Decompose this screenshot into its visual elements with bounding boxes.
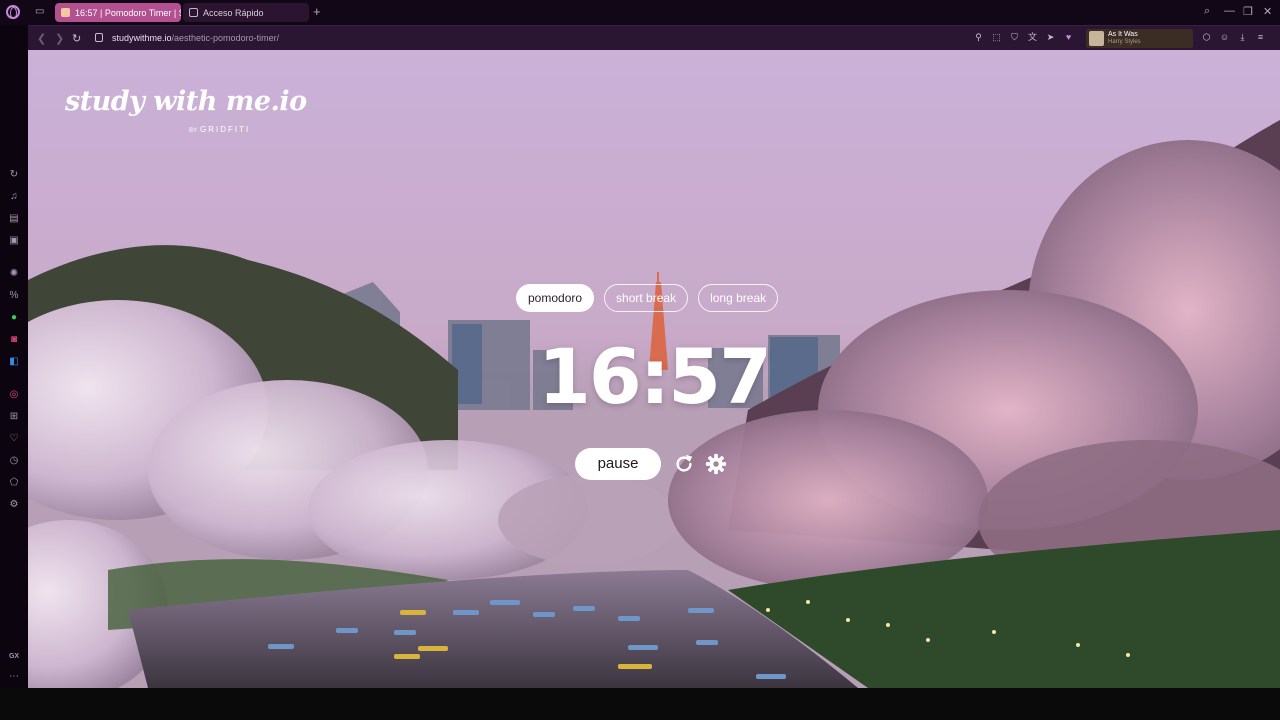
bookmarks-heart-icon[interactable]: ♡ [8, 433, 20, 445]
brand-by-name: GRIDFITI [200, 125, 251, 134]
instagram-icon[interactable]: ◙ [8, 334, 20, 346]
shield-icon[interactable]: ⛉ [1009, 32, 1020, 43]
speed-dial-icon[interactable]: ⊞ [8, 411, 20, 423]
reload-button[interactable]: ↻ [72, 32, 81, 45]
profile-icon[interactable]: ☺ [1219, 32, 1230, 43]
tab-label: 16:57 | Pomodoro Timer | S [75, 7, 181, 18]
brand-name: study with me.io [65, 86, 307, 117]
url-host: studywithme.io [112, 33, 172, 43]
search-tabs-icon[interactable]: ⌕ [1204, 5, 1210, 18]
album-art [1089, 31, 1104, 46]
messenger-icon[interactable]: ▣ [8, 235, 20, 247]
timer-controls: pause [575, 448, 727, 480]
pin-icon[interactable]: ⚲ [973, 32, 984, 43]
download-icon[interactable]: ⤓ [1237, 32, 1248, 43]
speed-dial-icon [189, 8, 198, 17]
page-viewport: study with me.io BY GRIDFITI pomodoro sho… [28, 50, 1280, 688]
tab-short-break[interactable]: short break [604, 284, 689, 312]
heart-icon[interactable]: ♥ [1063, 32, 1074, 43]
translate-icon[interactable]: 文 [1027, 32, 1038, 43]
tab-pomodoro-mode[interactable]: pomodoro [516, 284, 595, 312]
tab-pomodoro[interactable]: 16:57 | Pomodoro Timer | S [55, 3, 181, 22]
brand-by-prefix: BY [189, 128, 198, 134]
track-title: As It Was [1108, 31, 1138, 38]
tab-label: Acceso Rápido [203, 7, 264, 18]
whatsapp-icon[interactable]: ● [8, 312, 20, 324]
pause-button[interactable]: pause [575, 448, 661, 480]
tab-long-break[interactable]: long break [698, 284, 779, 312]
snapshot-icon[interactable]: ⬚ [991, 32, 1002, 43]
workspaces-icon[interactable]: ▭ [35, 6, 47, 18]
more-icon[interactable]: ⋯ [8, 671, 20, 683]
close-window-button[interactable]: ✕ [1263, 5, 1272, 18]
player-icon[interactable]: ♫ [8, 191, 20, 203]
address-field[interactable]: studywithme.io/aesthetic-pomodoro-timer/ [112, 33, 279, 43]
tab-strip: ▭ 16:57 | Pomodoro Timer | S Acceso Rápi… [0, 0, 1280, 25]
bottom-bar [0, 688, 1280, 720]
minimize-button[interactable]: — [1224, 5, 1235, 17]
gx-label: GX [8, 653, 20, 660]
openai-icon[interactable]: ✺ [8, 268, 20, 280]
gx-corner-icon[interactable]: ◎ [8, 389, 20, 401]
history-icon[interactable]: ↻ [8, 169, 20, 181]
address-toolbar: ❮ ❯ ↻ studywithme.io/aesthetic-pomodoro-… [28, 25, 1280, 50]
maximize-button[interactable]: ❐ [1243, 5, 1253, 18]
forward-button[interactable]: ❯ [55, 32, 64, 45]
brand-byline: BY GRIDFITI [189, 125, 250, 134]
percent-icon[interactable]: % [8, 290, 20, 302]
music-player[interactable]: As It Was Harry Styles [1086, 29, 1193, 48]
clock-icon[interactable]: ◷ [8, 455, 20, 467]
browser-sidebar: ↻ ♫ ▤ ▣ ✺ % ● ◙ ◧ ◎ ⊞ ♡ ◷ ⬠ ⚙ GX ⋯ [0, 25, 28, 695]
url-path: /aesthetic-pomodoro-timer/ [171, 33, 280, 43]
lock-icon [95, 33, 103, 42]
browser-logo-icon[interactable] [6, 5, 20, 19]
teams-icon[interactable]: ◧ [8, 356, 20, 368]
tab-favicon-icon [61, 8, 70, 17]
new-tab-button[interactable]: + [313, 4, 321, 19]
back-button[interactable]: ❮ [37, 32, 46, 45]
settings-gear-icon[interactable]: ⚙ [8, 499, 20, 511]
send-icon[interactable]: ➤ [1045, 32, 1056, 43]
settings-icon[interactable] [705, 453, 727, 475]
extensions-cube-icon[interactable]: ⬠ [8, 477, 20, 489]
tab-quick-access[interactable]: Acceso Rápido [183, 3, 309, 22]
reset-icon[interactable] [673, 453, 695, 475]
twitch-icon[interactable]: ▤ [8, 213, 20, 225]
extensions-icon[interactable]: ⬡ [1201, 32, 1212, 43]
brand-logo[interactable]: study with me.io BY GRIDFITI [65, 86, 307, 134]
timer-display: 16:57 [538, 332, 772, 421]
track-artist: Harry Styles [1108, 39, 1141, 45]
timer-mode-tabs: pomodoro short break long break [516, 284, 779, 312]
menu-icon[interactable]: ≡ [1255, 32, 1266, 43]
